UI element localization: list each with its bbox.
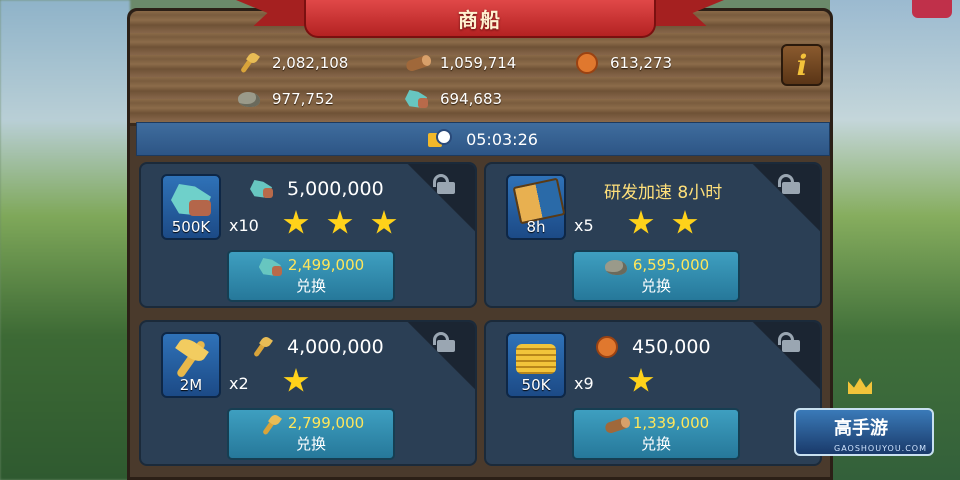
refresh-timer-bar: 05:03:26 — [136, 122, 830, 156]
resource-value: 694,683 — [440, 90, 503, 108]
wood-log-icon — [404, 52, 430, 74]
watermark-logo: 高手游 GAOSHOUYOU.COM — [794, 378, 934, 464]
stone-icon — [603, 256, 627, 275]
rating-stars — [283, 368, 309, 394]
gold-pile-icon: 50K — [506, 332, 566, 398]
watermark-text: 高手游 — [834, 418, 888, 439]
wheat-icon — [236, 52, 262, 74]
wood-log-icon — [603, 414, 625, 432]
close-corner[interactable] — [912, 0, 952, 18]
exchange-button[interactable]: 2,499,000 兑换 — [227, 250, 395, 302]
price: 2,499,000 — [229, 256, 393, 276]
rating-stars — [283, 210, 397, 236]
star-icon — [628, 210, 654, 234]
star-icon — [672, 210, 698, 234]
card-corner — [405, 322, 475, 392]
offer-card-speedup: 8h x5 研发加速 8小时 6,595,000 兑换 — [484, 162, 822, 308]
star-icon — [283, 368, 309, 392]
resource-gold: 613,273 — [574, 52, 672, 74]
item-quantity: 8h — [526, 218, 546, 236]
wheat-icon — [258, 414, 280, 432]
resource-value: 613,273 — [610, 54, 673, 72]
card-corner — [750, 164, 820, 234]
item-quantity: 50K — [521, 376, 551, 394]
price: 2,799,000 — [229, 414, 393, 432]
item-multiplier: x5 — [574, 216, 594, 235]
info-button[interactable]: i — [781, 44, 823, 86]
exchange-label: 兑换 — [640, 277, 671, 295]
rating-stars — [628, 210, 698, 236]
ore-pile-icon: 500K — [161, 174, 221, 240]
offer-card-gold: 50K x9 450,000 1,339,000 兑换 — [484, 320, 822, 466]
watermark-subtext: GAOSHOUYOU.COM — [834, 444, 928, 453]
resource-value: 1,059,714 — [440, 54, 517, 72]
reward-amount: 研发加速 8小时 — [604, 178, 722, 203]
resource-wood: 1,059,714 — [404, 52, 516, 74]
price-value: 2,799,000 — [287, 414, 365, 432]
background-left — [0, 0, 130, 480]
reward-amount: 5,000,000 — [249, 178, 384, 200]
item-quantity: 2M — [179, 376, 203, 394]
reward-value: 450,000 — [632, 336, 711, 358]
resource-stone: 977,752 — [236, 88, 334, 110]
wheat-icon — [249, 336, 277, 358]
resource-wheat: 2,082,108 — [236, 52, 348, 74]
price: 1,339,000 — [574, 414, 738, 432]
exchange-label: 兑换 — [295, 435, 326, 453]
item-multiplier: x10 — [229, 216, 259, 235]
ore-icon — [249, 178, 277, 200]
gold-coin-icon — [574, 52, 600, 74]
page-title: 商船 — [458, 7, 502, 32]
item-multiplier: x9 — [574, 374, 594, 393]
item-multiplier: x2 — [229, 374, 249, 393]
reward-value: 研发加速 8小时 — [604, 183, 723, 203]
reward-amount: 4,000,000 — [249, 336, 384, 358]
crown-icon — [848, 378, 872, 394]
offer-card-ore: 500K x10 5,000,000 2,499,000 兑换 — [139, 162, 477, 308]
ore-icon — [258, 256, 282, 276]
wheat-bundle-icon: 2M — [161, 332, 221, 398]
stone-icon — [236, 88, 262, 110]
offer-card-wheat: 2M x2 4,000,000 2,799,000 兑换 — [139, 320, 477, 466]
exchange-button[interactable]: 1,339,000 兑换 — [572, 408, 740, 460]
rating-stars — [628, 368, 654, 394]
resource-ore: 694,683 — [404, 88, 502, 110]
price-value: 6,595,000 — [632, 256, 710, 274]
card-corner — [405, 164, 475, 234]
star-icon — [327, 210, 353, 234]
refresh-timer: 05:03:26 — [466, 129, 538, 149]
info-icon: i — [796, 48, 808, 82]
exchange-label: 兑换 — [640, 435, 671, 453]
exchange-button[interactable]: 2,799,000 兑换 — [227, 408, 395, 460]
gold-coin-icon — [594, 336, 622, 358]
price-value: 1,339,000 — [632, 414, 710, 432]
reward-amount: 450,000 — [594, 336, 711, 358]
star-icon — [371, 210, 397, 234]
title-banner: 商船 — [304, 0, 656, 38]
reward-value: 5,000,000 — [287, 178, 384, 200]
star-icon — [628, 368, 654, 392]
clock-icon — [428, 129, 456, 149]
lock-icon[interactable] — [778, 332, 804, 352]
item-quantity: 500K — [171, 218, 211, 236]
exchange-label: 兑换 — [295, 277, 326, 295]
price-value: 2,499,000 — [287, 256, 365, 274]
resource-value: 2,082,108 — [272, 54, 349, 72]
ore-icon — [404, 88, 430, 110]
lock-icon[interactable] — [778, 174, 804, 194]
lock-icon[interactable] — [433, 174, 459, 194]
exchange-button[interactable]: 6,595,000 兑换 — [572, 250, 740, 302]
speedup-book-icon: 8h — [506, 174, 566, 240]
lock-icon[interactable] — [433, 332, 459, 352]
star-icon — [283, 210, 309, 234]
price: 6,595,000 — [574, 256, 738, 275]
resource-value: 977,752 — [272, 90, 335, 108]
reward-value: 4,000,000 — [287, 336, 384, 358]
